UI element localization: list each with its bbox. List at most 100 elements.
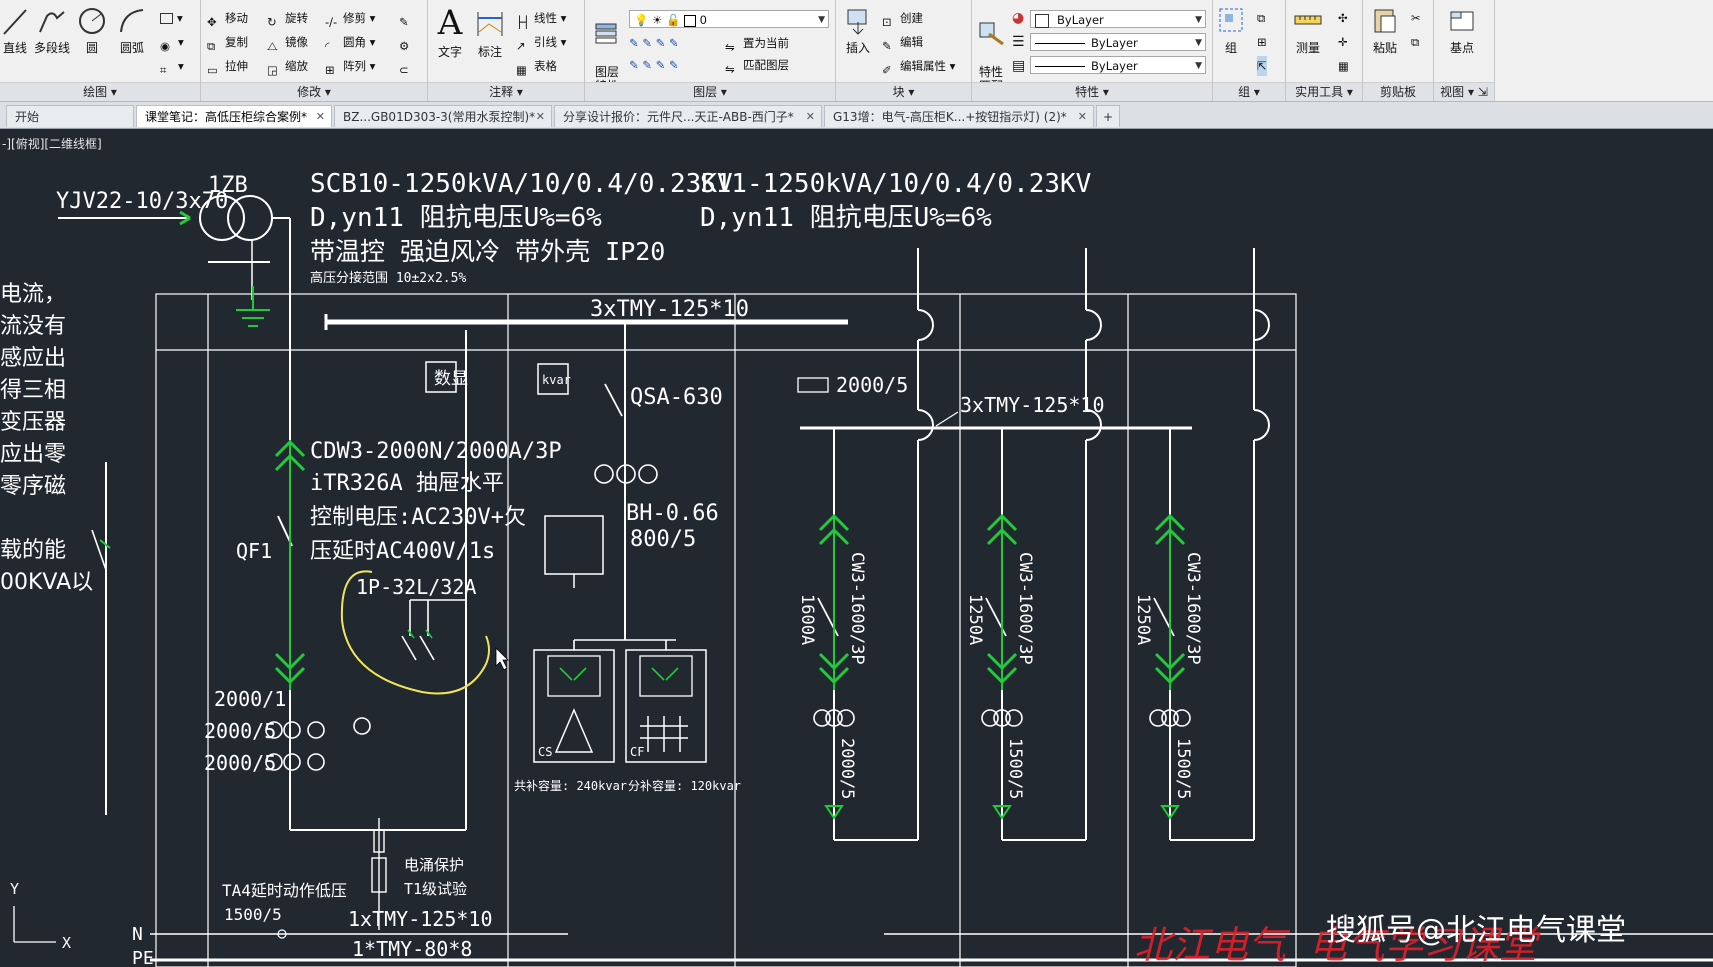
move-button[interactable]: ✥ 移动 — [207, 8, 248, 29]
explode-button[interactable]: ⚙ — [399, 32, 417, 53]
tab-g13[interactable]: G13增：电气-高压柜K...+按钮指示灯) (2)* ✕ — [824, 105, 1094, 127]
create-block-button[interactable]: ⊡ 创建 — [882, 8, 923, 29]
paste-button[interactable]: 粘贴 — [1367, 6, 1403, 56]
set-current-icon: ⇋ — [725, 39, 735, 54]
trim-button[interactable]: -/- 修剪 ▾ — [325, 8, 375, 29]
panel-annotation-title[interactable]: 注释 ▾ — [428, 82, 584, 101]
panel-draw-title[interactable]: 绘图 ▾ — [0, 82, 200, 101]
rectangle-button[interactable]: ▾ — [160, 8, 183, 28]
fillet-button[interactable]: ◜ 圆角 ▾ — [325, 32, 375, 53]
panel-block-title[interactable]: 块 ▾ — [836, 82, 971, 101]
cs-inner — [547, 655, 601, 697]
mouse-cursor — [495, 647, 509, 671]
set-current-button[interactable]: ⇋ 置为当前 — [725, 33, 789, 54]
dimension-button[interactable]: 标注 — [472, 6, 508, 60]
line-icon — [3, 9, 27, 35]
offset-button[interactable]: ⊂ — [399, 56, 417, 77]
boundary-button[interactable]: ⌗ ▾ — [160, 56, 184, 77]
cabinet-frame — [155, 293, 1297, 967]
side-note: 变压器 — [0, 410, 67, 435]
linear-button[interactable]: ├┤ 线性 ▾ — [516, 8, 566, 29]
tr2-spec: S11-1250kVA/10/0.4/0.23KV — [700, 169, 1091, 199]
text-button[interactable]: A 文字 — [430, 6, 470, 60]
tr2-conn: D,yn11 阻抗电压U%=6% — [700, 203, 992, 233]
group-tool-2[interactable]: ⊞ — [1257, 32, 1267, 52]
leader-button[interactable]: ↗ 引线 ▾ — [516, 32, 566, 53]
feeder-2-breaker: CW3-1600/3P — [1015, 552, 1035, 665]
panel-view-title[interactable]: 视图 ▾ ⇲ — [1434, 82, 1494, 101]
group-button[interactable]: 组 — [1215, 6, 1247, 56]
chevron-down-icon: ▼ — [1195, 15, 1202, 25]
close-icon[interactable]: ✕ — [536, 106, 545, 127]
group-tool-1[interactable]: ⧉ — [1257, 8, 1265, 28]
breaker-control: 控制电压:AC230V+欠 — [310, 505, 526, 530]
new-tab-button[interactable]: + — [1096, 105, 1120, 127]
close-icon[interactable]: ✕ — [1078, 106, 1087, 127]
ct-top-label: 2000/5 — [836, 373, 908, 397]
panel-layers: 图层 特性 💡 ☀ 🔓 0 ▼ ✎ ✎ ✎ ✎ ⇋置为当前 ✎ ✎ ✎ ✎ ⇋匹… — [585, 0, 836, 101]
panel-groups-title[interactable]: 组 ▾ — [1213, 82, 1285, 101]
drawing-canvas[interactable]: YJV22-10/3x70 1ZB SCB10-1250kVA/10/0.4/0… — [0, 129, 1713, 967]
insert-button[interactable]: 插入 — [840, 6, 876, 56]
cs-green — [559, 667, 587, 681]
color-dropdown[interactable]: ByLayer ▼ — [1030, 10, 1206, 28]
cable-label: YJV22-10/3x70 — [56, 189, 228, 214]
linetype-dropdown[interactable]: ByLayer ▼ — [1030, 33, 1206, 51]
qf1-label: QF1 — [236, 539, 272, 563]
breaker-trip: iTR326A 抽屉水平 — [310, 471, 504, 496]
measure-button[interactable]: 测量 — [1288, 6, 1328, 56]
tab-start[interactable]: 开始 — [6, 105, 134, 127]
base-view-button[interactable]: 基点 — [1440, 6, 1484, 56]
lineweight-dropdown[interactable]: ByLayer ▼ — [1030, 56, 1206, 74]
panel-utilities-title[interactable]: 实用工具 ▾ — [1286, 82, 1362, 101]
cut-button[interactable]: ✂ — [1411, 8, 1421, 28]
rotate-button[interactable]: ↻ 旋转 — [267, 8, 308, 29]
util-tool-3[interactable]: ▦ — [1338, 56, 1349, 76]
viewport-controls[interactable]: -][俯视][二维线框] — [2, 135, 102, 152]
erase-button[interactable]: ✎ — [399, 8, 417, 29]
panel-groups: 组 ⧉ ⊞ ⇱ 组 ▾ — [1213, 0, 1286, 101]
tab-bz-pump[interactable]: BZ...GB01D303-3(常用水泵控制)* ✕ — [334, 105, 552, 127]
util-tool-1[interactable]: ✣ — [1338, 8, 1348, 28]
panel-properties-title[interactable]: 特性 ▾ — [972, 82, 1212, 101]
layer-properties-button[interactable]: 图层 特性 — [589, 6, 625, 93]
group-tool-3[interactable]: ⇱ — [1257, 56, 1267, 76]
arc-button[interactable]: 圆弧 — [114, 6, 150, 56]
array-button[interactable]: ⊞ 阵列 ▾ — [325, 56, 375, 77]
match-layer-icon: ⇋ — [725, 61, 735, 76]
mirror-button[interactable]: ⧍ 镜像 — [267, 32, 308, 53]
line-button[interactable]: 直线 — [0, 6, 30, 56]
table-button[interactable]: ▦ 表格 — [516, 56, 557, 77]
edit-block-button[interactable]: ✎ 编辑 — [882, 32, 923, 53]
comp-common: 共补容量: 240kvar — [514, 778, 627, 793]
tab-class-notes[interactable]: 课堂笔记：高低压柜综合案例* ✕ — [136, 105, 332, 127]
mcb-label: 1P-32L/32A — [356, 575, 476, 599]
util-tool-2[interactable]: ✛ — [1338, 32, 1348, 52]
tap-range: 高压分接范围 10±2x2.5% — [310, 270, 466, 286]
copy-clip-button[interactable]: ⧉ — [1411, 32, 1419, 52]
match-properties-button[interactable]: 特性 匹配 — [974, 6, 1008, 93]
qsa-label: QSA-630 — [630, 385, 723, 410]
layer-dropdown[interactable]: 💡 ☀ 🔓 0 ▼ — [629, 10, 829, 28]
edit-attr-icon: ✐ — [882, 62, 892, 77]
feeder-2-ct: 1500/5 — [1005, 738, 1025, 799]
tab-quote[interactable]: 分享设计报价：元件尺...天正-ABB-西门子* ✕ — [554, 105, 822, 127]
color-swatch — [1035, 13, 1049, 28]
array-icon: ⊞ — [325, 62, 335, 77]
match-layer-button[interactable]: ⇋ 匹配图层 — [725, 55, 789, 76]
edit-attr-button[interactable]: ✐ 编辑属性 ▾ — [882, 56, 955, 77]
feeder-3-ct: 1500/5 — [1173, 738, 1193, 799]
panel-modify-title[interactable]: 修改 ▾ — [201, 82, 427, 101]
hatch-button[interactable]: ◉ ▾ — [160, 32, 184, 53]
close-icon[interactable]: ✕ — [806, 106, 815, 127]
panel-layers-title[interactable]: 图层 ▾ — [585, 82, 835, 101]
circle-button[interactable]: 圆 — [76, 6, 108, 56]
insert-icon — [847, 9, 867, 35]
feeder-2 — [981, 248, 1102, 841]
copy-button[interactable]: ⧉ 复制 — [207, 32, 248, 53]
close-icon[interactable]: ✕ — [316, 106, 325, 127]
scale-button[interactable]: ◲ 缩放 — [267, 56, 308, 77]
meter-label: 数显 — [434, 369, 468, 389]
stretch-button[interactable]: ▭ 拉伸 — [207, 56, 248, 77]
polyline-button[interactable]: 多段线 — [32, 6, 72, 56]
